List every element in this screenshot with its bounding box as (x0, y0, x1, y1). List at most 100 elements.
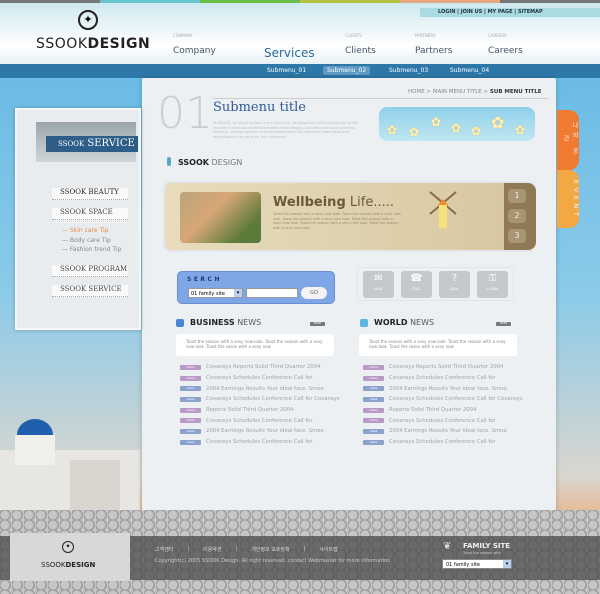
banner-page-3[interactable]: 3 (508, 229, 526, 243)
footer-link-terms[interactable]: 이용약관 (203, 546, 221, 553)
tag-notice: notice (363, 418, 384, 424)
nav-careers[interactable]: CAREERS Careers (488, 33, 523, 57)
news-item[interactable]: notice Covansys Schedules Conference Call… (180, 373, 350, 384)
section-bold: SSOOK (178, 158, 209, 167)
banner-title: Wellbeing Life..... (273, 195, 394, 210)
news-item[interactable]: news 2004 Earnings Results Your ideal fac… (363, 426, 553, 437)
submenu-01[interactable]: Submenu_01 (263, 66, 310, 75)
qna-label: Q&A (450, 287, 459, 291)
qna-button[interactable]: ? Q&A (439, 271, 470, 298)
news-headline: Covansys Schedules Conference Call for C… (206, 396, 340, 403)
news-item[interactable]: notice Covansys Reports Solid Third Quart… (180, 362, 350, 373)
news-item[interactable]: notice Covansys Schedules Conference Call… (363, 415, 553, 426)
breadcrumb[interactable]: HOME > MAIN MENU TITLE > SUB MENU TITLE (408, 89, 541, 95)
banner-text: Toast the season with a sexy new look. T… (273, 212, 401, 230)
nav-company[interactable]: COMPANY Company (173, 33, 216, 57)
world-intro: Toast the season with a sexy now look. T… (359, 334, 517, 356)
separator: | (235, 546, 238, 552)
news-item[interactable]: news Covansys Schedules Conference Call f… (180, 394, 350, 405)
business-more-button[interactable]: MORE (310, 322, 325, 326)
sidebar-item-program[interactable]: SSOOK PROGRAM (52, 265, 128, 277)
news-item[interactable]: notice Reports Solid Third Quarter 2004 (180, 405, 350, 416)
news-item[interactable]: notice Reports Solid Third Quarter 2004 (363, 405, 553, 416)
nav-partners[interactable]: PARTNERS Partners (415, 33, 452, 57)
sidebar-item-space[interactable]: SSOOK SPACE (52, 208, 128, 220)
footer-link-sitemap[interactable]: 사이트맵 (319, 546, 337, 553)
search-select-value: 01 family site (191, 291, 226, 297)
news-item[interactable]: news 2004 Earnings Results Your ideal fac… (363, 383, 553, 394)
news-item[interactable]: news 2004 Earnings Results Your ideal fac… (180, 383, 350, 394)
news-item[interactable]: news Covansys Schedules Conference Call f… (363, 394, 553, 405)
submenu-03[interactable]: Submenu_03 (385, 66, 432, 75)
chevron-down-icon: ▾ (503, 560, 511, 568)
butterfly-logo-icon: ✦ (78, 10, 98, 30)
tag-news: news (363, 439, 384, 445)
news-item[interactable]: news Covansys Schedules Conference Call f… (180, 437, 350, 448)
nav-label: Careers (488, 46, 523, 56)
nav-small: CLIENTS (345, 33, 362, 38)
news-headline: Covansys Schedules Conference Call for (389, 417, 496, 424)
tag-notice: notice (180, 418, 201, 424)
news-item[interactable]: news 2004 Earnings Results Your ideal fac… (180, 426, 350, 437)
search-label: SERCH (187, 276, 222, 283)
submenu-02[interactable]: Submenu_02 (323, 66, 371, 75)
nav-label: Partners (415, 46, 453, 56)
family-site-value: 01 family site (446, 562, 481, 568)
nav-label: Clients (345, 46, 376, 56)
sidebar-sub-body-care[interactable]: — Body care Tip (62, 237, 111, 244)
news-headline: Covansys Schedules Conference Call for (206, 375, 313, 382)
world-news-list: notice Covansys Reports Solid Third Quart… (363, 362, 553, 448)
footer-link-customer-center[interactable]: 고객센터 (155, 546, 173, 553)
key-icon: ⚿ (488, 273, 497, 284)
footer-logo-box (10, 533, 130, 581)
news-headline: Covansys Schedules Conference Call for (389, 375, 496, 382)
family-site-title: FAMILY SITE (463, 542, 511, 550)
sidebar-sub-fashion[interactable]: — Fashion trend Tip (62, 246, 121, 253)
search-go-button[interactable]: GO (301, 287, 327, 299)
news-item[interactable]: news Covansys Schedules Conference Call f… (363, 437, 553, 448)
side-tab-event[interactable]: EVENT (557, 170, 579, 228)
church-illustration (0, 419, 140, 520)
mail-button[interactable]: ✉ MAIL (363, 271, 394, 298)
news-headline: Covansys Schedules Conference Call for (389, 439, 496, 446)
call-label: CALL (412, 287, 421, 291)
nav-small: CAREERS (488, 33, 507, 38)
call-button[interactable]: ☎ CALL (401, 271, 432, 298)
news-item[interactable]: notice Covansys Schedules Conference Call… (363, 373, 553, 384)
sidebar-item-beauty[interactable]: SSOOK BEAUTY (52, 188, 128, 200)
news-headline: 2004 Earnings Results Your ideal face. S… (389, 428, 507, 435)
banner-page-2[interactable]: 2 (508, 209, 526, 223)
sidebar-title: SSOOK SERVICE (46, 136, 138, 152)
tag-news: news (363, 428, 384, 434)
business-light: NEWS (234, 318, 262, 327)
nav-services[interactable]: Services (264, 42, 315, 61)
sidebar-item-service[interactable]: SSOOK SERVICE (52, 285, 128, 297)
sidebar-sub-skin-care[interactable]: — Skin care Tip (62, 227, 108, 234)
submenu-04[interactable]: Submenu_04 (446, 66, 493, 75)
family-site-select[interactable]: 01 family site ▾ (442, 559, 512, 569)
util-links[interactable]: LOGIN | JOIN US | MY PAGE | SITEMAP (420, 8, 600, 17)
search-select[interactable]: 01 family site ▾ (188, 288, 243, 298)
side-tab-my-space[interactable]: 나의 공간 (557, 110, 579, 170)
separator: | (303, 546, 306, 552)
login-button[interactable]: ⚿ LOGIN (477, 271, 508, 298)
news-item[interactable]: notice Covansys Schedules Conference Call… (180, 415, 350, 426)
news-item[interactable]: notice Covansys Reports Solid Third Quart… (363, 362, 553, 373)
footer-link-privacy[interactable]: 개인정보 보호정책 (251, 546, 289, 553)
search-input[interactable] (246, 288, 298, 298)
banner-page-1[interactable]: 1 (508, 189, 526, 203)
section-bullet-icon (167, 157, 171, 166)
business-intro: Toast the season with a sexy now look. T… (176, 334, 334, 356)
sidebar-title-big: SERVICE (84, 138, 135, 149)
footer-logo-light: SSOOK (41, 561, 66, 569)
footer-logo-bold: DESIGN (65, 561, 96, 569)
world-more-button[interactable]: MORE (496, 322, 511, 326)
footer-butterfly-icon: ✦ (62, 541, 74, 553)
nav-clients[interactable]: CLIENTS Clients (345, 33, 376, 57)
login-label: LOGIN (487, 287, 498, 291)
copyright: Copyright(c) 2005 SSOOK Design. All righ… (155, 558, 391, 564)
tag-news: news (180, 439, 201, 445)
flowers-banner-image: ✿ ✿ ✿ ✿ ✿ ✿ ✿ (379, 107, 535, 141)
logo[interactable]: SSOOKDESIGN (36, 36, 150, 52)
phone-icon: ☎ (410, 273, 423, 284)
